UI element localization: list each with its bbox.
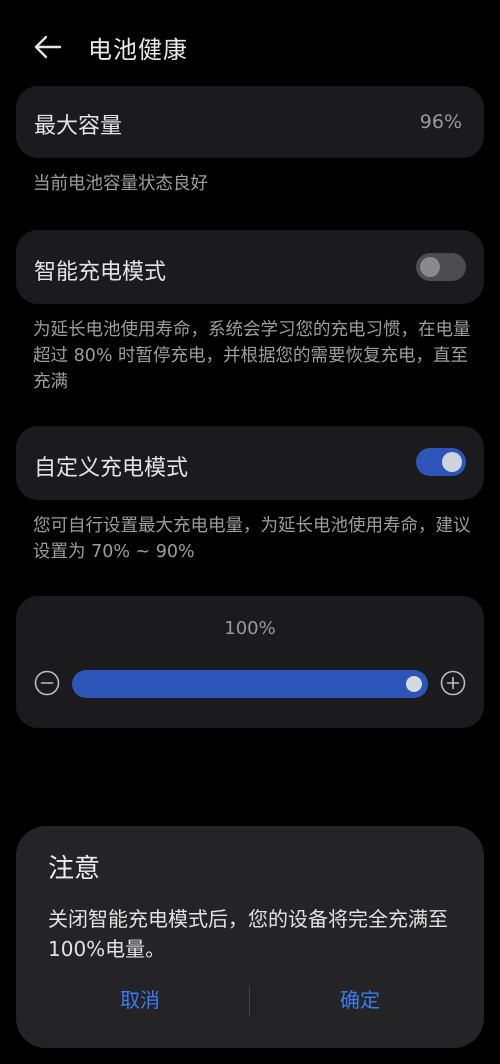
arrow-left-icon[interactable] [32,34,62,60]
custom-charging-description: 您可自行设置最大充电电量，为延长电池使用寿命，建议设置为 70% ~ 90% [33,516,471,562]
charge-limit-percent: 100% [224,618,276,639]
smart-charging-toggle[interactable] [416,253,466,281]
max-capacity-card: 最大容量 96% [16,86,484,158]
cancel-button[interactable]: 取消 [40,984,240,1013]
slider-knob[interactable] [406,676,422,692]
dialog-button-divider [249,986,250,1016]
slider-fill [72,670,428,698]
max-capacity-description: 当前电池容量状态良好 [33,174,208,194]
custom-charging-card[interactable]: 自定义充电模式 [16,426,484,500]
toggle-knob [442,452,462,472]
custom-charging-label: 自定义充电模式 [34,456,189,481]
plus-circle-icon[interactable] [440,670,466,696]
charge-limit-slider[interactable] [72,670,428,698]
toggle-knob [420,257,440,277]
smart-charging-description: 为延长电池使用寿命，系统会学习您的充电习惯，在电量超过 80% 时暂停充电，并根… [33,320,471,392]
smart-charging-card[interactable]: 智能充电模式 [16,230,484,304]
custom-charging-toggle[interactable] [416,448,466,476]
dialog-title: 注意 [48,854,101,884]
header-bar: 电池健康 [0,0,500,90]
page-title: 电池健康 [88,36,188,64]
confirm-dialog: 注意 关闭智能充电模式后，您的设备将完全充满至100%电量。 取消 确定 [16,826,484,1048]
max-capacity-value: 96% [419,111,462,133]
smart-charging-label: 智能充电模式 [34,260,167,285]
charge-limit-card: 100% [16,596,484,728]
max-capacity-label: 最大容量 [34,114,123,139]
minus-circle-icon[interactable] [34,670,60,696]
confirm-button[interactable]: 确定 [260,984,460,1013]
dialog-message: 关闭智能充电模式后，您的设备将完全充满至100%电量。 [48,907,448,961]
